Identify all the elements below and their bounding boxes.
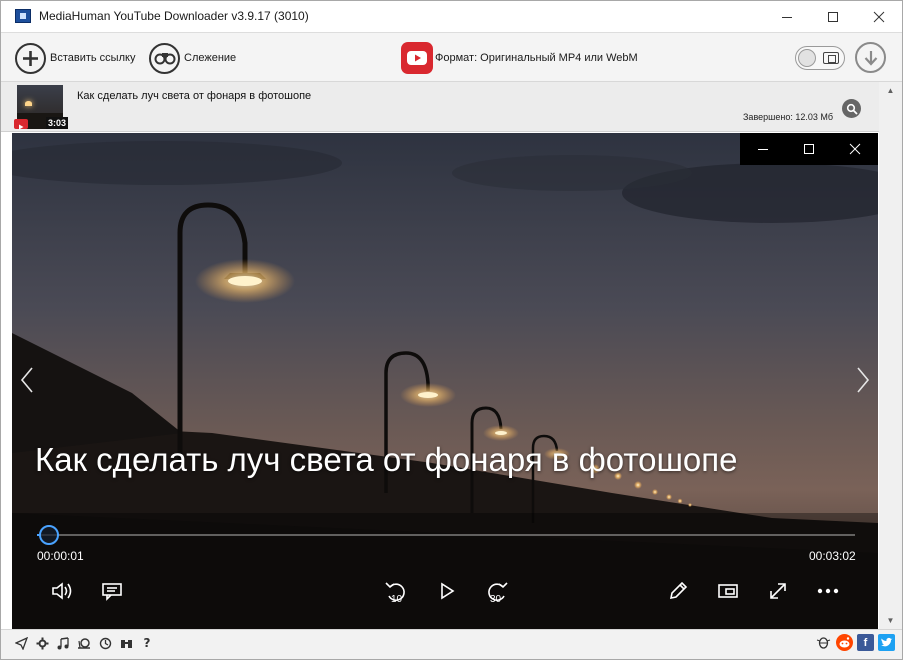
app-logo-icon: [15, 9, 31, 23]
status-bar: ? f: [1, 629, 902, 659]
pencil-icon: [669, 581, 688, 600]
tracking-label: Слежение: [184, 52, 237, 64]
close-button[interactable]: [856, 1, 902, 32]
skip-back-button[interactable]: 10: [378, 575, 414, 607]
skip-forward-seconds: 30: [490, 594, 502, 605]
mini-view-icon: [718, 584, 738, 598]
seek-thumb[interactable]: [39, 525, 60, 545]
minimize-icon: [758, 149, 768, 150]
video-frame: [12, 133, 878, 629]
player-titlebar: [740, 133, 878, 165]
item-title: Как сделать луч света от фонаря в фотошо…: [77, 90, 312, 102]
help-icon[interactable]: ?: [140, 635, 154, 651]
play-button[interactable]: [429, 575, 465, 607]
media-player-window: Как сделать луч света от фонаря в фотошо…: [12, 133, 878, 629]
close-icon: [849, 143, 861, 155]
play-icon: [441, 582, 455, 600]
video-title: Как сделать луч света от фонаря в фотошо…: [35, 441, 738, 478]
player-close-button[interactable]: [832, 133, 878, 165]
format-label: Формат: Оригинальный MP4 или WebM: [435, 52, 638, 64]
close-icon: [873, 11, 885, 22]
bug-icon[interactable]: [815, 634, 832, 651]
binoculars-small-icon[interactable]: [119, 635, 133, 651]
more-icon: [817, 588, 839, 594]
clock-icon[interactable]: [98, 635, 112, 651]
maximize-button[interactable]: [810, 1, 856, 32]
maximize-icon: [828, 11, 838, 22]
gear-icon[interactable]: [35, 635, 49, 651]
subtitles-icon: [102, 583, 122, 601]
item-status: Завершено: 12.03 Мб: [743, 112, 834, 122]
music-icon[interactable]: [56, 635, 70, 651]
volume-icon: [52, 582, 72, 600]
tracking-button[interactable]: Слежение: [149, 42, 236, 74]
fullscreen-icon: [770, 583, 786, 599]
snail-icon[interactable]: [77, 635, 91, 651]
video-mode-toggle[interactable]: [795, 46, 845, 70]
total-time: 00:03:02: [809, 549, 856, 563]
maximize-icon: [804, 144, 814, 154]
seek-bar[interactable]: [37, 534, 855, 536]
player-minimize-button[interactable]: [740, 133, 786, 165]
list-item[interactable]: 3:03 Как сделать луч света от фонаря в ф…: [1, 82, 879, 132]
download-all-button[interactable]: [855, 42, 886, 73]
plus-circle-icon: [15, 42, 46, 74]
facebook-icon[interactable]: f: [857, 634, 874, 651]
next-arrow-icon[interactable]: [853, 365, 873, 395]
more-options-button[interactable]: [810, 575, 846, 607]
scroll-up-arrow-icon[interactable]: ▲: [879, 82, 902, 99]
toggle-knob: [798, 49, 816, 67]
app-window: MediaHuman YouTube Downloader v3.9.17 (3…: [0, 0, 903, 660]
toolbar: Вставить ссылку Слежение Формат: Оригина…: [1, 32, 902, 82]
paste-link-button[interactable]: Вставить ссылку: [15, 42, 135, 74]
edit-button[interactable]: [660, 575, 696, 607]
minimize-button[interactable]: [764, 1, 810, 32]
subtitles-button[interactable]: [94, 575, 130, 607]
skip-forward-button[interactable]: 30: [479, 575, 515, 607]
download-arrow-icon: [864, 50, 877, 66]
twitter-icon[interactable]: [878, 634, 895, 651]
binoculars-icon: [149, 42, 180, 74]
window-title: MediaHuman YouTube Downloader v3.9.17 (3…: [39, 9, 309, 23]
film-icon: [823, 52, 839, 64]
reddit-icon[interactable]: [836, 634, 853, 651]
previous-arrow-icon[interactable]: [17, 365, 37, 395]
mini-view-button[interactable]: [710, 575, 746, 607]
minimize-icon: [782, 16, 792, 18]
skip-back-seconds: 10: [391, 594, 403, 605]
current-time: 00:00:01: [37, 549, 84, 563]
scroll-down-arrow-icon[interactable]: ▼: [879, 612, 902, 629]
fullscreen-button[interactable]: [760, 575, 796, 607]
youtube-icon: [401, 42, 433, 74]
player-maximize-button[interactable]: [786, 133, 832, 165]
paste-link-label: Вставить ссылку: [50, 52, 136, 64]
send-icon[interactable]: [14, 635, 28, 651]
title-bar: MediaHuman YouTube Downloader v3.9.17 (3…: [1, 1, 902, 32]
youtube-small-icon: [14, 119, 28, 130]
vertical-scrollbar[interactable]: ▲ ▼: [879, 82, 902, 629]
volume-button[interactable]: [44, 575, 80, 607]
duration-badge: 3:03: [46, 117, 69, 129]
search-icon[interactable]: [842, 99, 861, 118]
format-button[interactable]: Формат: Оригинальный MP4 или WebM: [401, 42, 638, 74]
